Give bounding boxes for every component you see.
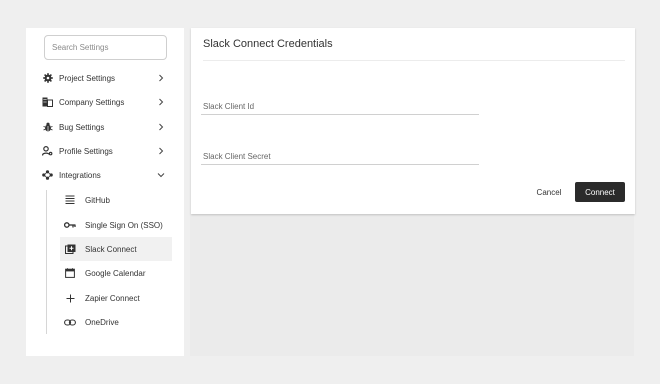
user-cog-icon: [42, 146, 53, 157]
integration-item-google-calendar[interactable]: Google Calendar: [60, 261, 172, 285]
settings-sidebar: Project Settings Company Settings Bug Se…: [26, 28, 184, 356]
slack-connect-icon: [64, 243, 76, 255]
sidebar-item-profile-settings[interactable]: Profile Settings: [42, 144, 166, 158]
panel-divider: [203, 60, 625, 61]
integration-item-zapier-connect[interactable]: Zapier Connect: [60, 286, 172, 310]
sidebar-item-label: Company Settings: [59, 97, 125, 107]
tree-connector-line: [46, 190, 47, 334]
integration-item-label: Google Calendar: [85, 268, 146, 278]
integrations-icon: [42, 170, 53, 181]
key-icon: [64, 219, 76, 231]
panel-title: Slack Connect Credentials: [203, 38, 333, 50]
chevron-down-icon: [156, 169, 166, 181]
bug-icon: [42, 122, 53, 133]
integration-item-label: Zapier Connect: [85, 293, 140, 303]
list-icon: [64, 194, 76, 206]
sidebar-item-bug-settings[interactable]: Bug Settings: [42, 120, 166, 134]
sidebar-item-project-settings[interactable]: Project Settings: [42, 71, 166, 85]
integration-item-onedrive[interactable]: OneDrive: [60, 310, 172, 334]
sidebar-item-label: Bug Settings: [59, 122, 105, 132]
chevron-right-icon: [156, 96, 166, 108]
link-icon: [64, 316, 76, 328]
slack-connect-credentials-panel: Slack Connect Credentials Cancel Connect: [191, 28, 635, 214]
content-background: [190, 214, 634, 356]
gear-icon: [42, 73, 53, 84]
sidebar-item-integrations[interactable]: Integrations: [42, 168, 166, 182]
integration-item-label: OneDrive: [85, 317, 119, 327]
integration-item-label: Single Sign On (SSO): [85, 220, 163, 230]
integration-item-label: GitHub: [85, 195, 110, 205]
sidebar-item-label: Integrations: [59, 170, 101, 180]
slack-client-secret-field[interactable]: [201, 148, 479, 165]
chevron-right-icon: [156, 121, 166, 133]
sidebar-item-label: Project Settings: [59, 73, 116, 83]
sidebar-item-label: Profile Settings: [59, 146, 113, 156]
connect-button[interactable]: Connect: [575, 182, 625, 202]
building-icon: [42, 97, 53, 108]
slack-client-id-field[interactable]: [201, 98, 479, 115]
sidebar-item-company-settings[interactable]: Company Settings: [42, 95, 166, 109]
integration-item-sso[interactable]: Single Sign On (SSO): [60, 213, 172, 237]
integration-item-slack-connect[interactable]: Slack Connect: [60, 237, 172, 261]
plus-icon: [64, 292, 76, 304]
integration-item-label: Slack Connect: [85, 244, 137, 254]
calendar-icon: [64, 267, 76, 279]
search-input[interactable]: [44, 35, 167, 60]
chevron-right-icon: [156, 72, 166, 84]
integration-item-github[interactable]: GitHub: [60, 188, 172, 212]
cancel-button[interactable]: Cancel: [531, 182, 567, 202]
chevron-right-icon: [156, 145, 166, 157]
